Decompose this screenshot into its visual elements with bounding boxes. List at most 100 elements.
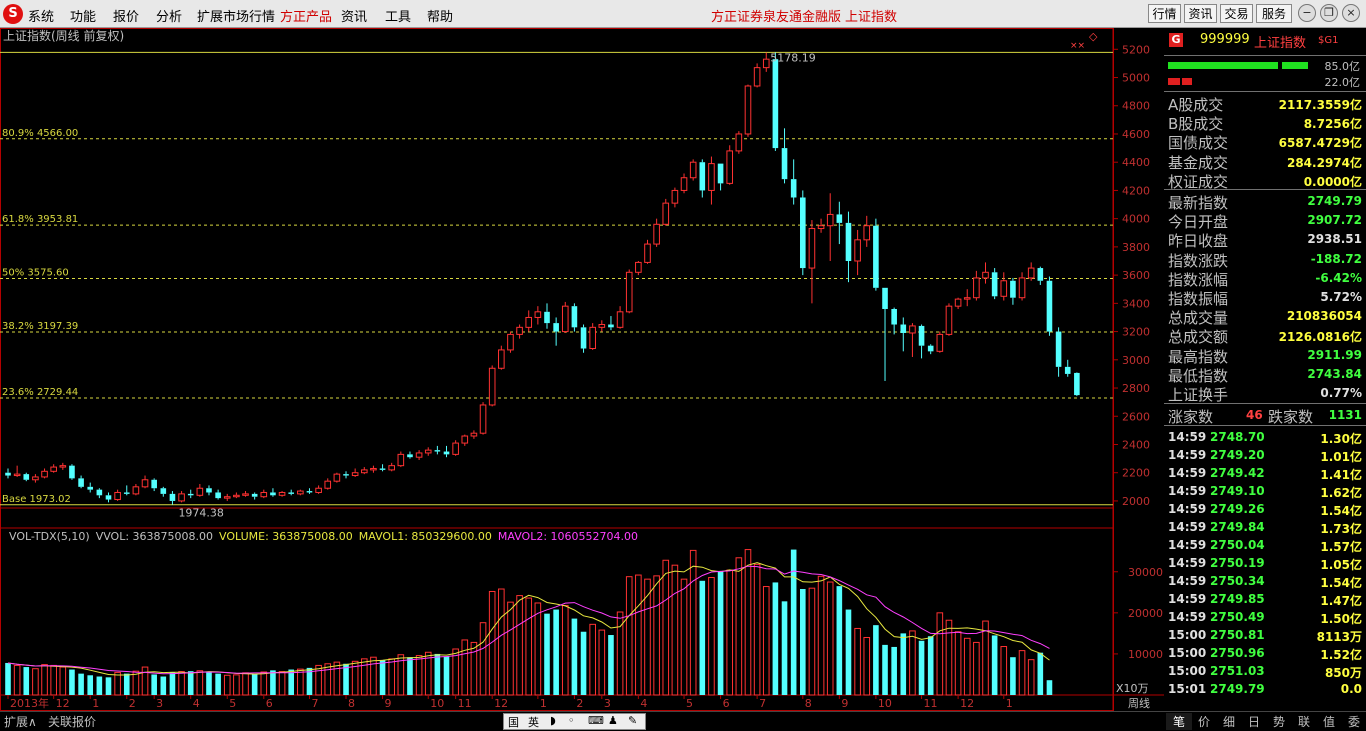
panel-tab[interactable]: 委 [1341, 713, 1366, 730]
candle-body [388, 465, 395, 471]
candle [680, 173, 688, 194]
candle [644, 239, 651, 264]
candle-body [772, 59, 779, 149]
menu-help[interactable]: 帮助 [427, 6, 453, 25]
volume-bar [717, 570, 724, 695]
volume-bar [781, 601, 788, 695]
volume-bar [963, 637, 971, 696]
x-tick-label: 2 [129, 697, 136, 710]
minimize-icon[interactable]: − [1298, 4, 1316, 22]
promo-index-name: 上证指数 [845, 10, 898, 25]
quote-row-value: 284.2974亿 [1286, 155, 1362, 170]
candle [973, 270, 980, 301]
ime-tool-icon[interactable]: ✎ [628, 714, 637, 727]
volume-bar [479, 622, 487, 696]
tick-time: 15:00 [1168, 646, 1207, 660]
panel-tab[interactable]: 价 [1191, 713, 1217, 730]
ime-english-icon[interactable]: 英 [528, 714, 539, 730]
candle-body [1000, 280, 1008, 297]
candle [772, 52, 779, 151]
news-button[interactable]: 资讯 [1184, 4, 1217, 23]
quote-row-label: 今日开盘 [1168, 213, 1229, 232]
candle [105, 492, 112, 503]
candle [397, 451, 405, 468]
candle [991, 268, 998, 300]
turnover-bar-value-2: 22.0亿 [1324, 76, 1361, 89]
tick-time: 14:59 [1168, 538, 1207, 552]
related-quote-tab[interactable]: 关联报价 [48, 713, 96, 730]
candle [324, 478, 332, 490]
panel-tab[interactable]: 势 [1266, 713, 1292, 730]
turnover-bar-red [1168, 78, 1180, 85]
quote-row: 基金成交 284.2974亿 [1164, 152, 1366, 172]
candle-body [1055, 331, 1062, 367]
volume-bar [808, 587, 816, 696]
candle [1018, 272, 1026, 301]
candle [918, 324, 925, 359]
panel-tab[interactable]: 日 [1241, 713, 1267, 730]
menu-extended-market[interactable]: 扩展市场行情 [197, 6, 275, 25]
menu-function[interactable]: 功能 [70, 6, 96, 25]
quote-row-value: 2126.0816亿 [1278, 330, 1362, 345]
panel-tab[interactable]: 联 [1291, 713, 1317, 730]
menu-tools[interactable]: 工具 [385, 6, 411, 25]
symbol-code[interactable]: 999999 [1200, 32, 1250, 47]
menu-system[interactable]: 系统 [28, 6, 54, 25]
menu-quote[interactable]: 报价 [113, 6, 139, 25]
ime-dot-icon[interactable]: ◦ [568, 714, 575, 727]
candle [826, 193, 834, 262]
restore-icon[interactable]: ❐ [1320, 4, 1338, 22]
advance-decline-row: 涨家数 46 跌家数 1131 [1164, 406, 1366, 426]
volume-bar [954, 631, 962, 696]
panel-tab[interactable]: 笔 [1166, 713, 1192, 730]
keyboard-icon[interactable]: ⌨ [588, 714, 604, 727]
panel-tab[interactable]: 值 [1316, 713, 1342, 730]
quote-row: 最低指数 2743.84 [1164, 365, 1366, 385]
expand-tab[interactable]: 扩展∧ [4, 713, 37, 730]
app-logo-icon[interactable]: S [3, 4, 23, 24]
symbol-name[interactable]: 上证指数 [1254, 32, 1306, 51]
candle [571, 303, 578, 332]
tick-time: 14:59 [1168, 448, 1207, 462]
menu-products[interactable]: 方正产品 [280, 6, 332, 25]
volume-bar [580, 631, 587, 695]
quote-row: 昨日收盘 2938.51 [1164, 230, 1366, 250]
trade-button[interactable]: 交易 [1220, 4, 1253, 23]
candle-body [114, 491, 121, 501]
menu-analysis[interactable]: 分析 [156, 6, 182, 25]
candle [424, 447, 432, 456]
candle [762, 52, 770, 72]
tick-row: 15:01 2749.79 0.0 [1164, 680, 1366, 698]
candle-body [23, 474, 30, 480]
tick-row: 14:59 2749.42 1.41亿 [1164, 464, 1366, 482]
kline-chart[interactable]: 上证指数(周线 前复权) ◇ ×× Base 1973.02 80.9% 4566.0… [0, 28, 1164, 711]
close-icon[interactable]: × [1342, 4, 1360, 22]
quote-row-label: 指数涨跌 [1168, 251, 1229, 270]
x-tick-label: 2013年 [10, 696, 49, 710]
volume-bar [87, 675, 94, 695]
candle [553, 317, 559, 346]
volume-header: VOL-TDX(5,10) VVOL: 363875008.00 VOLUME: 3… [9, 530, 638, 543]
candle-body [635, 261, 642, 273]
ime-toolbar[interactable]: 国 英 ◗ ◦ ⌨ ♟ ✎ [503, 713, 646, 730]
ime-moon-icon[interactable]: ◗ [550, 714, 556, 727]
menu-news[interactable]: 资讯 [341, 6, 367, 25]
ime-guo-icon[interactable]: 国 [508, 714, 519, 730]
quote-row-label: 最新指数 [1168, 194, 1229, 212]
service-button[interactable]: 服务 [1256, 4, 1292, 23]
ime-user-icon[interactable]: ♟ [608, 714, 618, 727]
volume-bar [900, 633, 907, 695]
volume-bar [571, 618, 578, 695]
candle [114, 489, 121, 501]
tick-time: 14:59 [1168, 430, 1207, 444]
candle [1010, 277, 1016, 305]
x-tick-label: 8 [348, 697, 355, 710]
candle-body [662, 202, 670, 225]
tick-price: 2749.26 [1210, 502, 1265, 516]
quote-button[interactable]: 行情 [1148, 4, 1181, 23]
volume-bar [461, 639, 469, 696]
panel-tab[interactable]: 细 [1216, 713, 1242, 730]
candle [882, 287, 888, 381]
vol-tick-label: 10000 [1128, 648, 1163, 661]
market-badge: G [1169, 33, 1183, 47]
